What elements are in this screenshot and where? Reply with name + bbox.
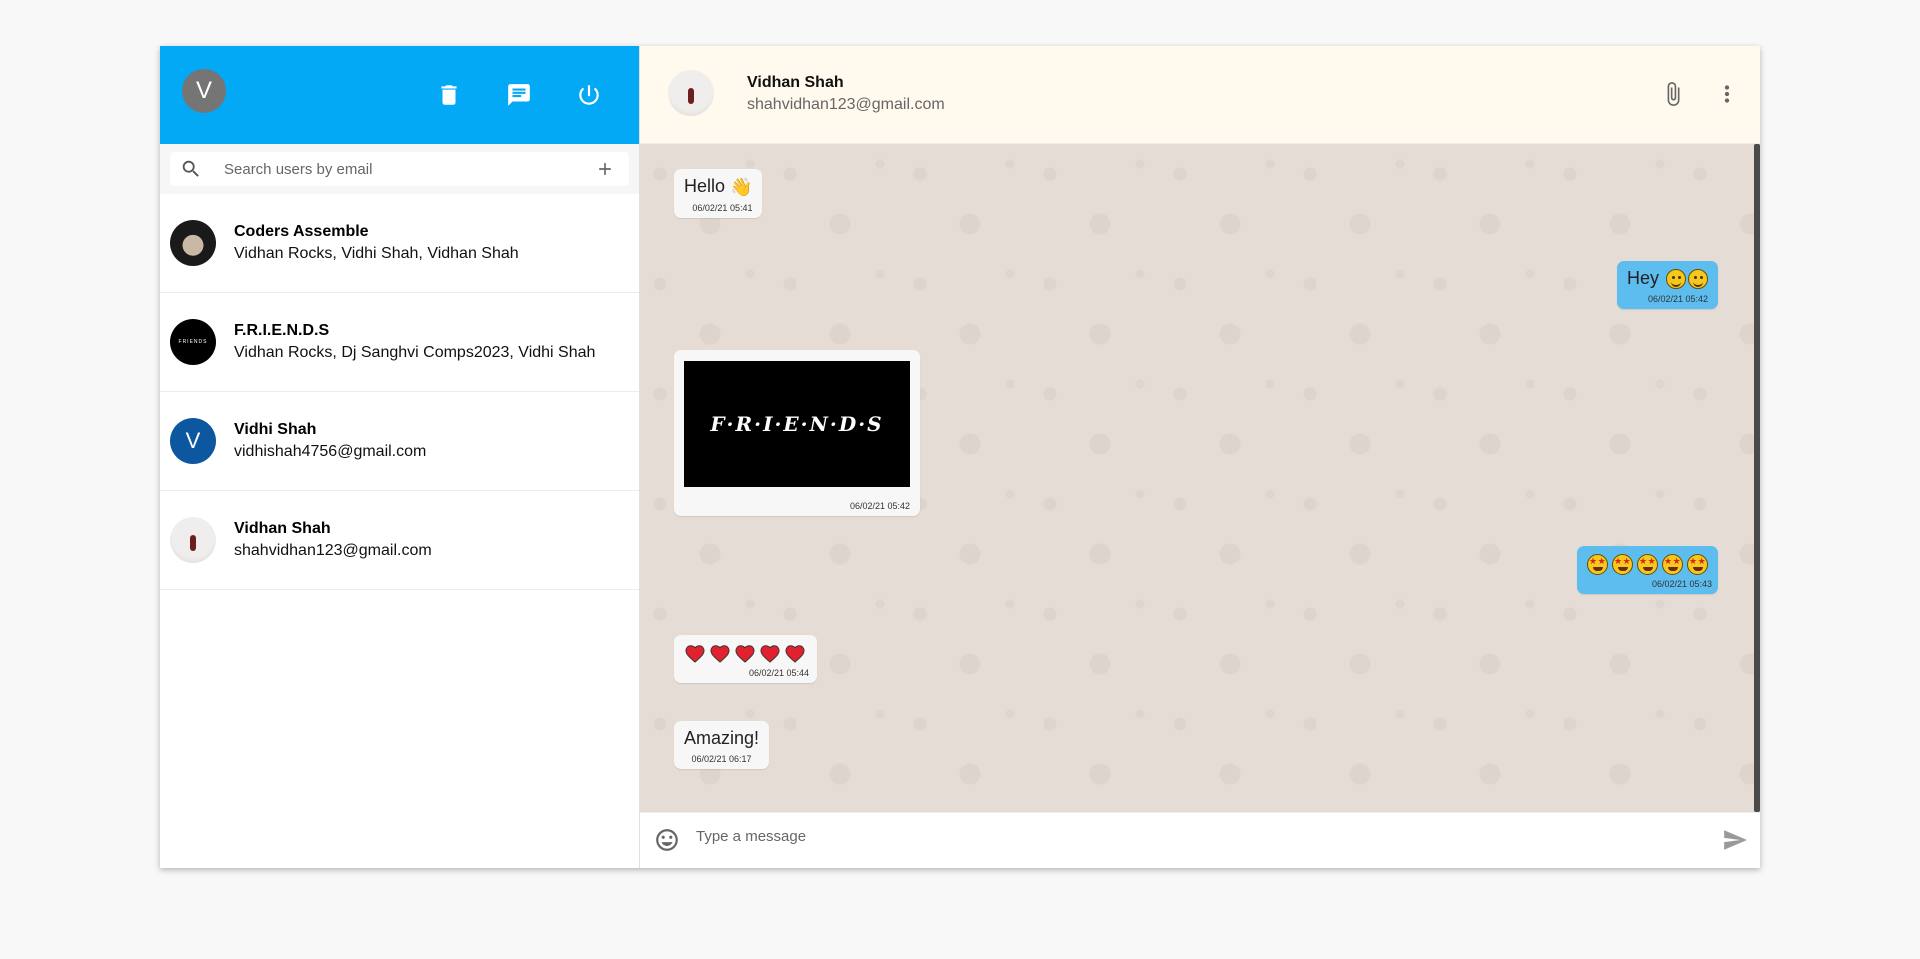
contact-item[interactable]: FRIENDS F.R.I.E.N.D.S Vidhan Rocks, Dj S… <box>160 293 639 392</box>
search-bar <box>160 144 639 194</box>
red-heart-icon <box>759 643 781 663</box>
star-struck-icon <box>1637 553 1658 575</box>
message-time: 06/02/21 06:17 <box>691 754 752 764</box>
attach-icon[interactable] <box>1659 80 1687 108</box>
scrollbar[interactable] <box>1754 144 1760 812</box>
user-avatar[interactable]: V <box>182 69 226 113</box>
contact-avatar <box>170 517 216 563</box>
red-heart-icon <box>709 643 731 663</box>
delete-icon[interactable] <box>434 80 464 110</box>
contact-item[interactable]: Coders Assemble Vidhan Rocks, Vidhi Shah… <box>160 194 639 293</box>
power-icon[interactable] <box>574 80 604 110</box>
chat-contact-avatar[interactable] <box>668 70 714 116</box>
new-chat-icon[interactable] <box>504 80 534 110</box>
contact-list: Coders Assemble Vidhan Rocks, Vidhi Shah… <box>160 194 639 868</box>
contact-item[interactable]: V Vidhi Shah vidhishah4756@gmail.com <box>160 392 639 491</box>
friends-image[interactable]: F·R·I·E·N·D·S <box>684 361 910 487</box>
emoji-icon[interactable] <box>654 827 680 853</box>
message-time: 06/02/21 05:44 <box>748 668 809 678</box>
message-bubble-outgoing: 06/02/21 05:43 <box>1577 546 1718 594</box>
message-bubble-incoming: 06/02/21 05:44 <box>674 635 817 683</box>
search-input[interactable] <box>224 160 564 178</box>
send-icon[interactable] <box>1722 827 1748 853</box>
star-struck-icon <box>1587 553 1608 575</box>
chat-panel: Vidhan Shah shahvidhan123@gmail.com Hell… <box>640 46 1760 868</box>
contact-name: F.R.I.E.N.D.S <box>234 322 330 339</box>
group-avatar: FRIENDS <box>170 319 216 365</box>
message-time: 06/02/21 05:41 <box>692 203 753 214</box>
message-time: 06/02/21 05:42 <box>1647 294 1708 304</box>
red-heart-icon <box>684 643 706 663</box>
message-bubble-outgoing: Hey 06/02/21 05:42 <box>1616 261 1718 309</box>
message-time: 06/02/21 05:42 <box>849 501 910 511</box>
message-input[interactable] <box>696 828 1656 845</box>
chat-header: Vidhan Shah shahvidhan123@gmail.com <box>640 46 1760 144</box>
sidebar-header: V <box>160 46 639 144</box>
contact-avatar: V <box>170 418 216 464</box>
red-heart-icon <box>784 643 806 663</box>
red-heart-icon <box>734 643 756 663</box>
waving-hand-icon: 👋 <box>730 177 753 198</box>
contact-subtitle: Vidhan Rocks, Dj Sanghvi Comps2023, Vidh… <box>234 344 596 361</box>
group-avatar <box>170 220 216 266</box>
search-box <box>170 152 629 186</box>
contact-subtitle: vidhishah4756@gmail.com <box>234 443 427 460</box>
message-text: Hey <box>1626 268 1659 288</box>
message-bubble-incoming: Amazing! 06/02/21 06:17 <box>674 721 770 769</box>
grinning-face-icon <box>1666 269 1686 290</box>
chat-contact-name: Vidhan Shah <box>747 74 844 91</box>
message-bubble-image[interactable]: F·R·I·E·N·D·S 06/02/21 05:42 <box>674 350 920 516</box>
contact-item[interactable]: Vidhan Shah shahvidhan123@gmail.com <box>160 491 639 590</box>
chat-app: V Coders Assemble Vidha <box>160 46 1760 868</box>
scrollbar-thumb[interactable] <box>1754 144 1760 812</box>
chat-contact-email: shahvidhan123@gmail.com <box>747 96 945 113</box>
message-text: Amazing! <box>684 728 760 748</box>
image-text: F·R·I·E·N·D·S <box>710 412 884 436</box>
star-struck-icon <box>1662 553 1683 575</box>
contact-subtitle: Vidhan Rocks, Vidhi Shah, Vidhan Shah <box>234 245 519 262</box>
contact-subtitle: shahvidhan123@gmail.com <box>234 542 432 559</box>
message-bubble-incoming: Hello 👋 06/02/21 05:41 <box>674 169 763 219</box>
message-composer <box>640 812 1760 868</box>
star-struck-icon <box>1687 553 1708 575</box>
search-icon <box>182 160 199 177</box>
contact-name: Coders Assemble <box>234 223 369 240</box>
grinning-face-icon <box>1688 269 1708 290</box>
message-list[interactable]: Hello 👋 06/02/21 05:41 Hey 06/02/21 05:4… <box>640 144 1760 812</box>
contact-name: Vidhi Shah <box>234 421 317 438</box>
sidebar: V Coders Assemble Vidha <box>160 46 640 868</box>
more-vert-icon[interactable] <box>1713 80 1741 108</box>
add-icon[interactable] <box>595 159 615 179</box>
message-text: Hello <box>684 176 726 196</box>
star-struck-icon <box>1612 553 1633 575</box>
message-time: 06/02/21 05:43 <box>1651 579 1712 589</box>
contact-name: Vidhan Shah <box>234 520 331 537</box>
